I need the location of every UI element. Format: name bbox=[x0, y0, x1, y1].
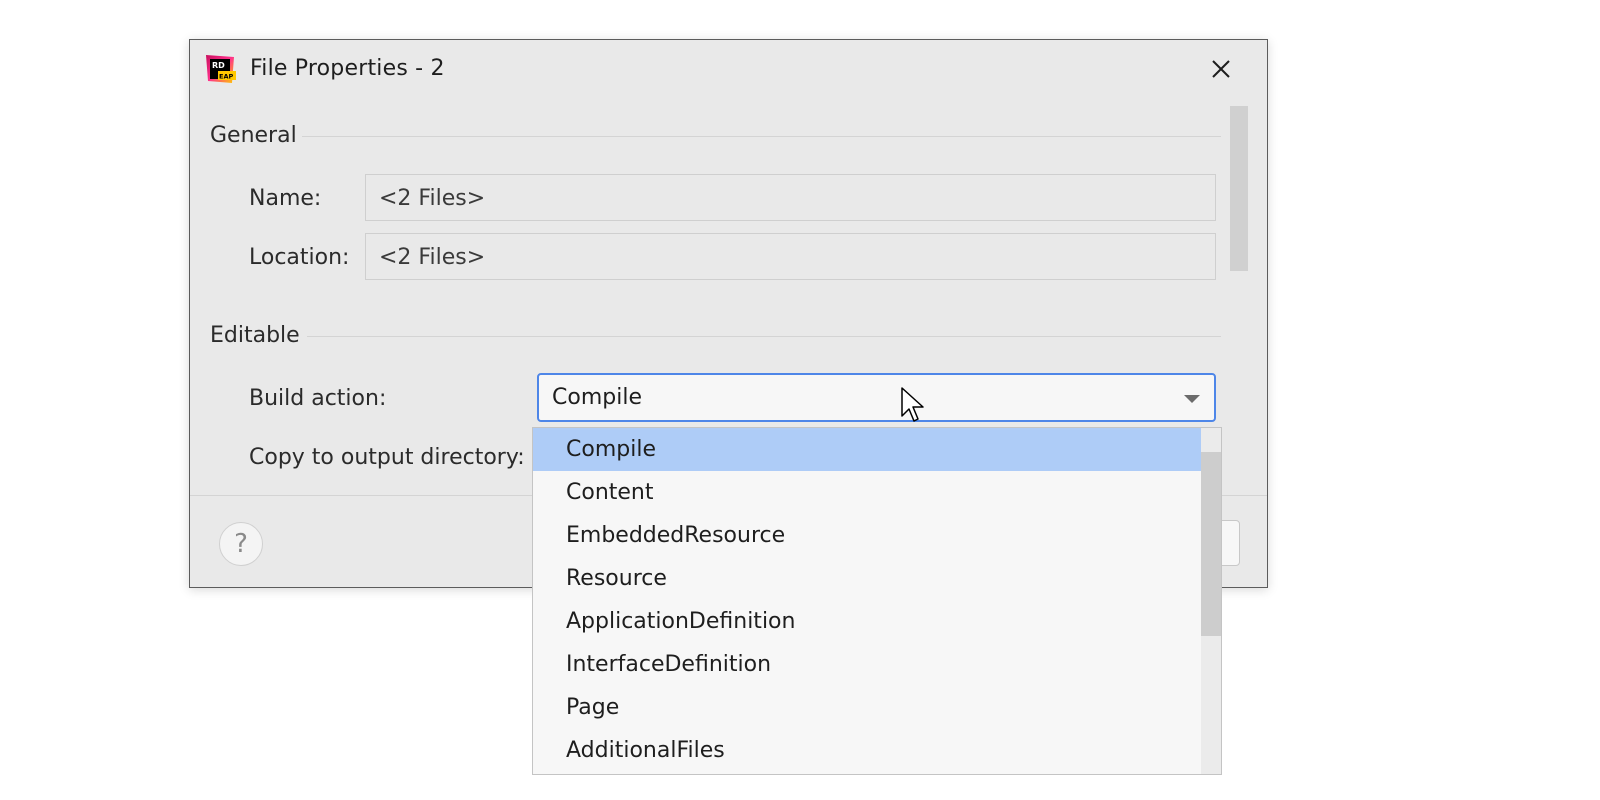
build-action-label: Build action: bbox=[249, 386, 387, 411]
close-icon[interactable] bbox=[1206, 54, 1236, 84]
section-divider-general bbox=[302, 136, 1221, 137]
name-field[interactable]: <2 Files> bbox=[365, 174, 1216, 221]
help-button[interactable]: ? bbox=[219, 522, 263, 566]
name-label: Name: bbox=[249, 186, 322, 211]
window-title: File Properties - 2 bbox=[250, 56, 445, 81]
build-action-dropdown[interactable]: Compile Content EmbeddedResource Resource Ap… bbox=[532, 427, 1222, 775]
section-title-general: General bbox=[210, 123, 297, 148]
rider-eap-icon: RD EAP bbox=[206, 55, 236, 83]
location-field[interactable]: <2 Files> bbox=[365, 233, 1216, 280]
dropdown-option-applicationdefinition[interactable]: ApplicationDefinition bbox=[533, 600, 1201, 643]
dropdown-scrollbar-thumb[interactable] bbox=[1201, 452, 1221, 636]
copy-to-output-label: Copy to output directory: bbox=[249, 445, 525, 470]
dropdown-option-resource[interactable]: Resource bbox=[533, 557, 1201, 600]
icon-text-bottom: EAP bbox=[219, 73, 233, 81]
dropdown-option-content[interactable]: Content bbox=[533, 471, 1201, 514]
icon-text-top: RD bbox=[212, 61, 225, 70]
build-action-value: Compile bbox=[552, 385, 642, 410]
dropdown-scrollbar[interactable] bbox=[1201, 428, 1221, 774]
dropdown-option-embeddedresource[interactable]: EmbeddedResource bbox=[533, 514, 1201, 557]
chevron-down-icon[interactable] bbox=[1182, 393, 1202, 405]
dropdown-option-interfacedefinition[interactable]: InterfaceDefinition bbox=[533, 643, 1201, 686]
dropdown-list: Compile Content EmbeddedResource Resource Ap… bbox=[533, 428, 1201, 772]
section-title-editable: Editable bbox=[210, 323, 300, 348]
dropdown-option-additionalfiles[interactable]: AdditionalFiles bbox=[533, 729, 1201, 772]
title-bar[interactable]: RD EAP File Properties - 2 bbox=[190, 40, 1267, 98]
dialog-scrollbar-thumb[interactable] bbox=[1230, 106, 1248, 271]
dropdown-option-compile[interactable]: Compile bbox=[533, 428, 1201, 471]
dropdown-option-page[interactable]: Page bbox=[533, 686, 1201, 729]
location-label: Location: bbox=[249, 245, 350, 270]
build-action-combobox[interactable]: Compile bbox=[537, 373, 1216, 422]
dialog-scrollbar[interactable] bbox=[1230, 106, 1250, 498]
section-divider-editable bbox=[307, 336, 1221, 337]
